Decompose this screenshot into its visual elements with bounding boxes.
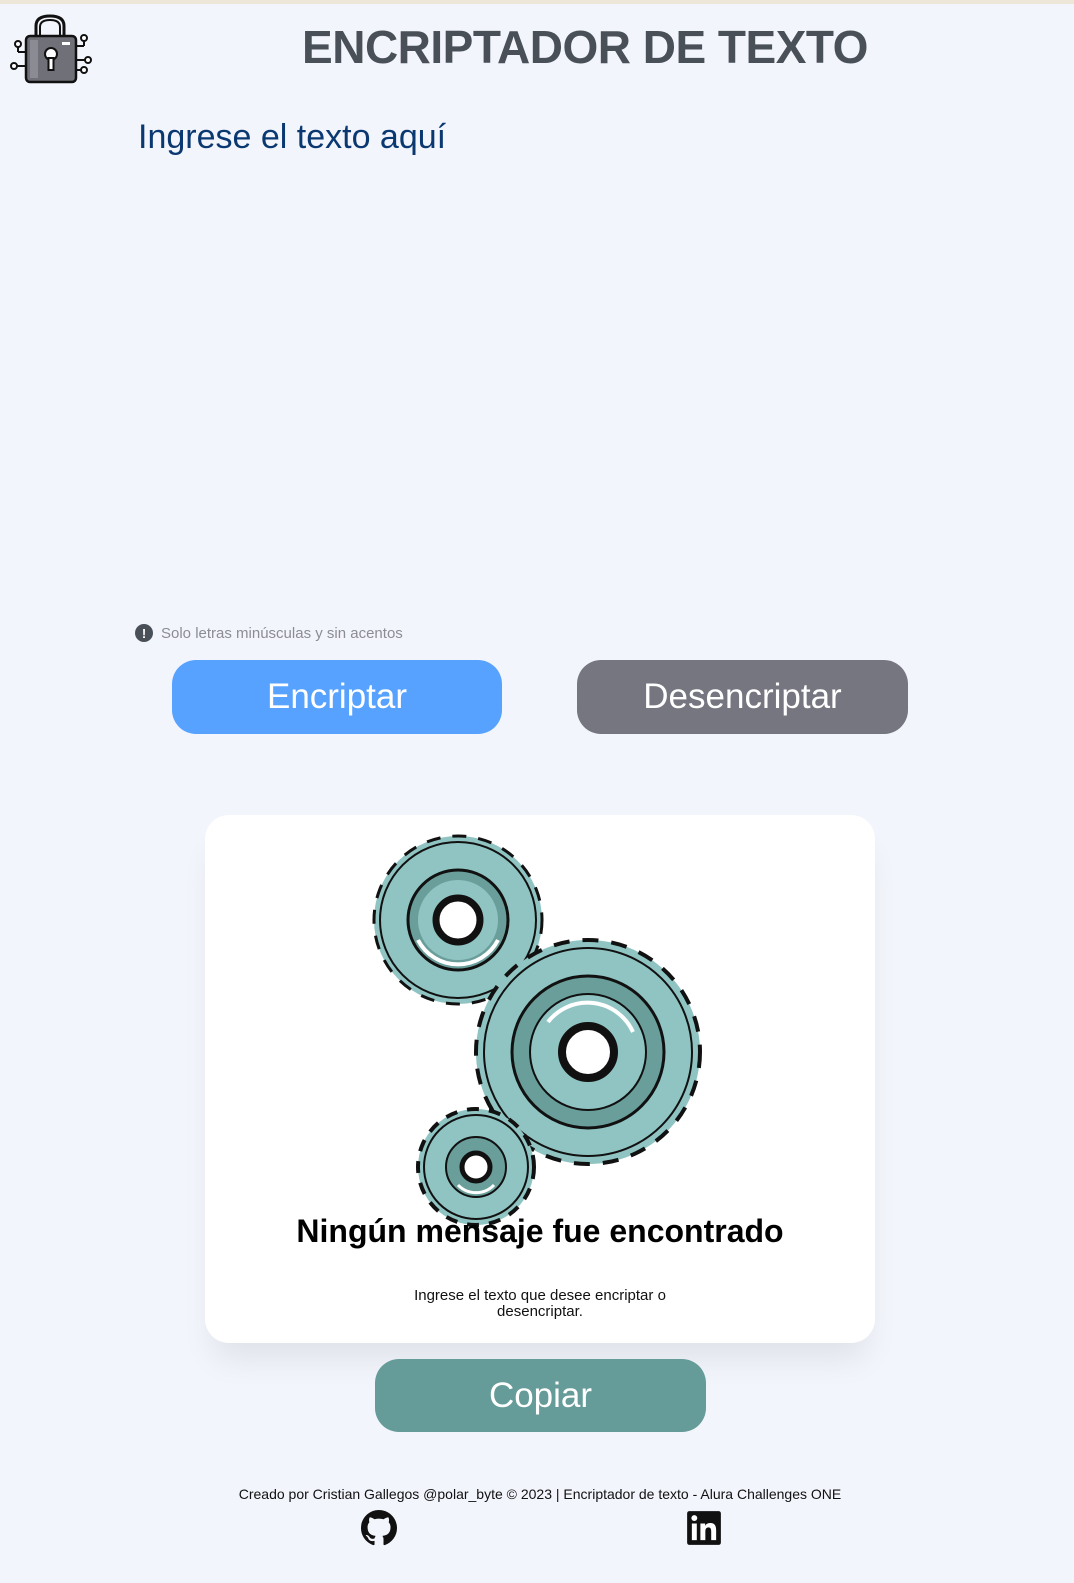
github-link[interactable] xyxy=(361,1510,397,1546)
linkedin-link[interactable] xyxy=(686,1510,722,1546)
exclamation-circle-icon: ! xyxy=(135,624,153,642)
padlock-circuit-icon xyxy=(10,14,92,84)
page-title: ENCRIPTADOR DE TEXTO xyxy=(302,21,868,73)
copy-button[interactable]: Copiar xyxy=(375,1359,706,1432)
empty-message-subtitle: Ingrese el texto que desee encriptar o d… xyxy=(414,1287,666,1320)
gears-icon xyxy=(372,834,702,1227)
footer-credits: Creado por Cristian Gallegos @polar_byte… xyxy=(238,1486,842,1502)
input-hint: ! Solo letras minúsculas y sin acentos xyxy=(135,624,403,642)
hint-text: Solo letras minúsculas y sin acentos xyxy=(161,624,403,642)
encrypt-button[interactable]: Encriptar xyxy=(172,660,502,734)
linkedin-icon xyxy=(687,1511,721,1545)
output-panel: Ningún mensaje fue encontrado Ingrese el… xyxy=(205,815,875,1343)
empty-message-title: Ningún mensaje fue encontrado xyxy=(296,1213,784,1249)
decrypt-button[interactable]: Desencriptar xyxy=(577,660,908,734)
text-input[interactable] xyxy=(132,112,954,604)
github-icon xyxy=(361,1510,397,1546)
top-border xyxy=(0,0,1074,4)
